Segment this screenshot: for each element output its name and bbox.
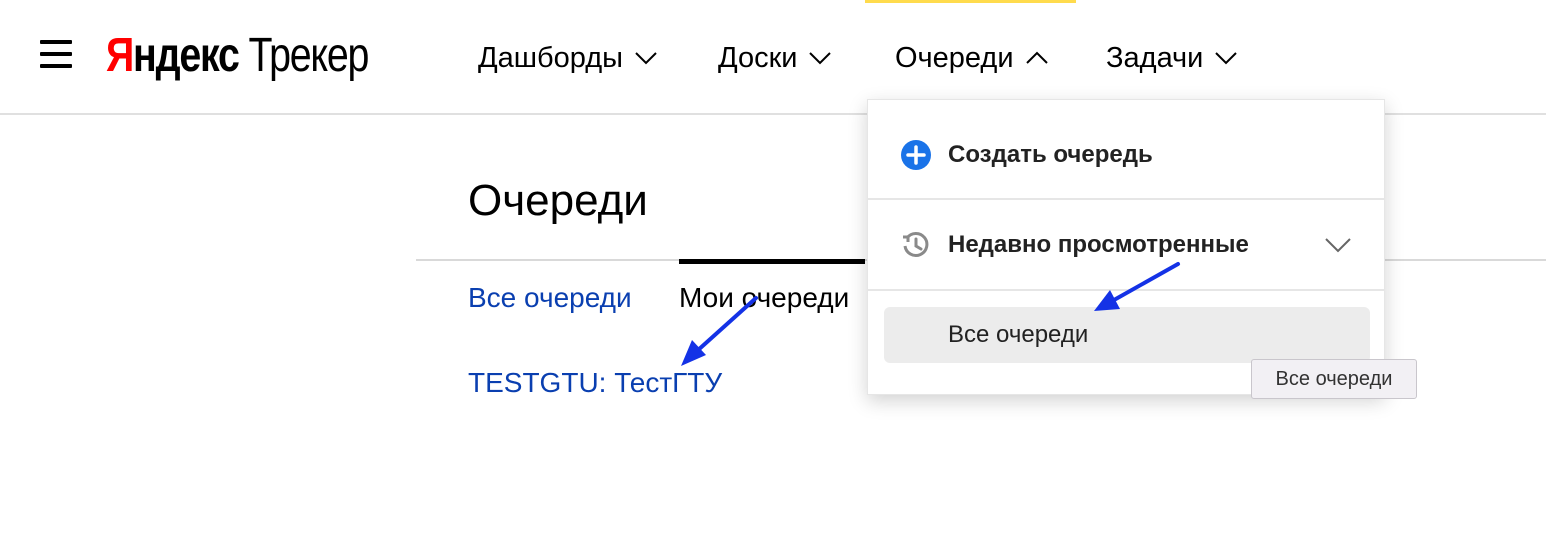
nav-dashboards[interactable]: Дашборды xyxy=(478,38,657,78)
menu-hamburger-icon[interactable] xyxy=(40,38,72,70)
chevron-down-icon[interactable] xyxy=(1324,237,1352,253)
nav-queues-label: Очереди xyxy=(895,42,1014,74)
history-icon xyxy=(903,231,929,257)
queues-dropdown-menu: Создать очередь Недавно просмотренные Вс… xyxy=(867,99,1385,395)
all-queues-menu-item[interactable]: Все очереди xyxy=(884,307,1370,363)
recently-viewed-item[interactable]: Недавно просмотренные xyxy=(868,210,1384,280)
chevron-down-icon xyxy=(1215,52,1238,65)
tab-all-queues[interactable]: Все очереди xyxy=(468,280,632,316)
chevron-up-icon xyxy=(1025,51,1048,64)
create-queue-label: Создать очередь xyxy=(948,141,1153,168)
nav-boards-label: Доски xyxy=(718,42,798,74)
top-header: Яндекс Трекер Дашборды Доски Очереди Зада… xyxy=(0,0,1546,115)
tab-my-queues[interactable]: Мои очереди xyxy=(679,280,865,316)
plus-circle-icon xyxy=(901,140,931,170)
chevron-down-icon xyxy=(635,52,657,65)
dropdown-divider xyxy=(868,198,1384,200)
chevron-down-icon xyxy=(809,52,832,65)
recently-viewed-label: Недавно просмотренные xyxy=(948,231,1249,258)
create-queue-item[interactable]: Создать очередь xyxy=(868,120,1384,190)
page-title: Очереди xyxy=(468,176,648,225)
dropdown-divider xyxy=(868,289,1384,291)
tooltip: Все очереди xyxy=(1251,359,1417,399)
nav-tasks[interactable]: Задачи xyxy=(1106,38,1238,78)
yandex-tracker-logo[interactable]: Яндекс Трекер xyxy=(106,26,369,86)
tab-active-indicator xyxy=(679,259,865,264)
queue-link-testgtu[interactable]: TESTGTU: ТестГТУ xyxy=(468,365,722,401)
nav-boards[interactable]: Доски xyxy=(718,38,832,78)
nav-queues[interactable]: Очереди xyxy=(895,38,1048,78)
nav-dashboards-label: Дашборды xyxy=(478,42,623,74)
nav-active-indicator xyxy=(865,0,1076,3)
all-queues-menu-label: Все очереди xyxy=(948,321,1089,348)
nav-tasks-label: Задачи xyxy=(1106,42,1204,74)
